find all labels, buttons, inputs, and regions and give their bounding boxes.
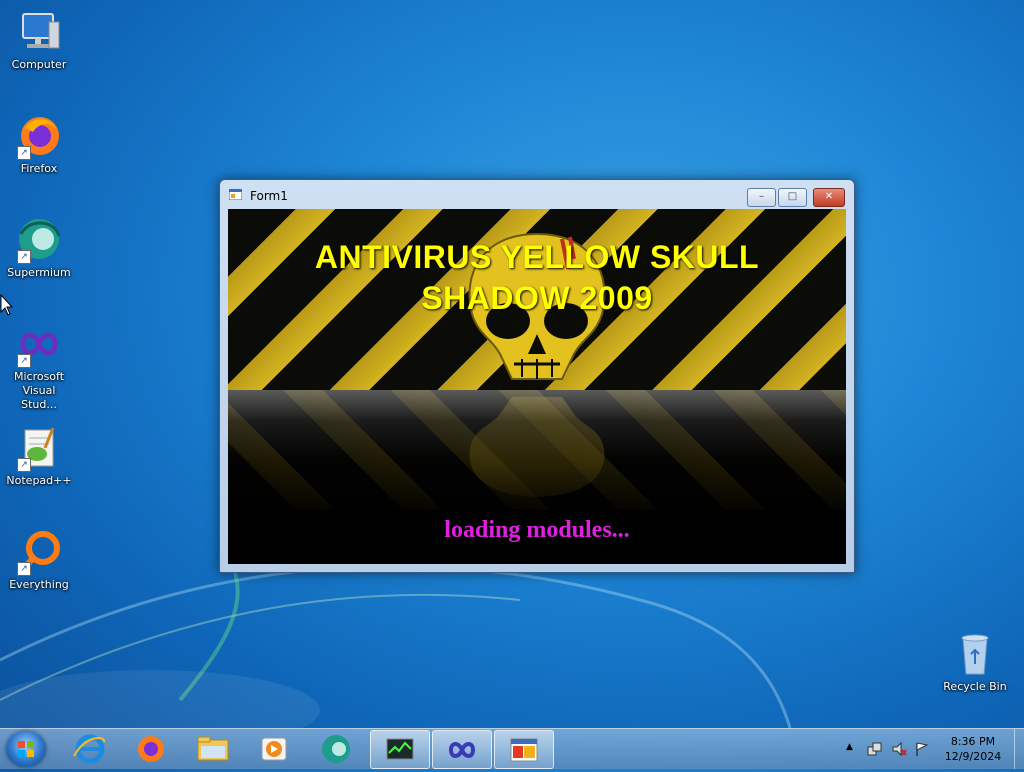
taskbar-internet-explorer[interactable]	[60, 730, 118, 767]
desktop-icon-label: Firefox	[20, 162, 58, 175]
taskbar-form-app[interactable]	[494, 730, 554, 769]
taskbar-media-player[interactable]	[244, 730, 302, 767]
taskbar-visual-studio[interactable]	[432, 730, 492, 769]
recycle-bin-icon	[951, 630, 999, 678]
minimize-button[interactable]: –	[747, 188, 776, 207]
shortcut-arrow-icon: ↗	[17, 146, 31, 160]
splash-image: ANTIVIRUS YELLOW SKULL SHADOW 2009 loadi…	[228, 209, 846, 564]
firefox-icon	[138, 736, 164, 762]
file-explorer-icon	[197, 736, 229, 761]
desktop-icon-recycle-bin[interactable]: Recycle Bin	[937, 630, 1013, 694]
desktop-icon-supermium[interactable]: ↗ Supermium	[1, 216, 77, 280]
internet-explorer-icon	[73, 734, 105, 764]
minimize-icon: –	[759, 191, 764, 202]
action-center-flag-icon[interactable]	[914, 741, 930, 757]
windows-logo-icon	[18, 741, 34, 757]
loading-status: loading modules...	[444, 517, 630, 543]
mouse-cursor-icon	[0, 294, 14, 316]
firefox-icon: ↗	[15, 112, 63, 160]
desktop-icon-label: Everything	[9, 578, 69, 591]
clock-time: 8:36 PM	[950, 735, 996, 748]
desktop-icon-label: Computer	[11, 58, 67, 71]
form-app-icon	[229, 189, 242, 200]
shortcut-arrow-icon: ↗	[17, 250, 31, 264]
desktop-icon-everything[interactable]: ↗ Everything	[1, 528, 77, 592]
headline-line1: ANTIVIRUS YELLOW SKULL	[314, 239, 760, 275]
volume-muted-icon[interactable]	[891, 741, 907, 757]
show-desktop-button[interactable]	[1014, 729, 1024, 769]
system-clock[interactable]: 8:36 PM 12/9/2024	[934, 734, 1012, 764]
maximize-button[interactable]: □	[778, 188, 807, 207]
close-button[interactable]: ✕	[813, 188, 845, 207]
shortcut-arrow-icon: ↗	[17, 562, 31, 576]
supermium-icon: ↗	[15, 216, 63, 264]
headline: ANTIVIRUS YELLOW SKULL SHADOW 2009	[228, 237, 846, 319]
maximize-icon: □	[787, 191, 798, 202]
visual-studio-icon	[448, 742, 476, 758]
supermium-icon	[322, 735, 350, 763]
task-manager-icon	[386, 738, 414, 760]
taskbar-file-explorer[interactable]	[183, 730, 241, 767]
taskbar: ▲ 8:36 PM 12/9/2024	[0, 728, 1024, 769]
app-window: Form1 – □ ✕ ANTIVIRUS YELLOW SKULL SHADO…	[219, 179, 855, 573]
start-button[interactable]	[6, 731, 46, 767]
desktop-icon-notepadpp[interactable]: ↗ Notepad++	[1, 424, 77, 488]
everything-icon: ↗	[15, 528, 63, 576]
desktop-icon-visual-studio[interactable]: ↗ Microsoft Visual Stud...	[1, 320, 77, 412]
window-title: Form1	[250, 189, 288, 203]
window-titlebar[interactable]: Form1 – □ ✕	[220, 180, 854, 208]
close-icon: ✕	[824, 191, 834, 202]
taskbar-firefox[interactable]	[121, 730, 179, 767]
shortcut-arrow-icon: ↗	[17, 354, 31, 368]
network-icon[interactable]	[867, 741, 883, 757]
desktop-icon-label: Supermium	[7, 266, 71, 279]
desktop-icon-label: Notepad++	[6, 474, 72, 487]
desktop-icon-computer[interactable]: Computer	[1, 8, 77, 72]
computer-icon	[15, 8, 63, 56]
clock-date: 12/9/2024	[944, 750, 1002, 763]
form-app-icon	[510, 738, 538, 762]
desktop-icon-label: Recycle Bin	[943, 680, 1007, 693]
notepadpp-icon: ↗	[15, 424, 63, 472]
shortcut-arrow-icon: ↗	[17, 458, 31, 472]
taskbar-supermium[interactable]	[306, 730, 364, 767]
desktop-icon-label: Microsoft Visual Stud...	[13, 370, 65, 411]
headline-line2: SHADOW 2009	[421, 280, 653, 316]
visual-studio-icon: ↗	[15, 320, 63, 368]
taskbar-task-manager[interactable]	[370, 730, 430, 769]
media-player-icon	[261, 737, 287, 761]
desktop-icon-firefox[interactable]: ↗ Firefox	[1, 112, 77, 176]
tray-chevron-icon[interactable]: ▲	[846, 742, 853, 752]
